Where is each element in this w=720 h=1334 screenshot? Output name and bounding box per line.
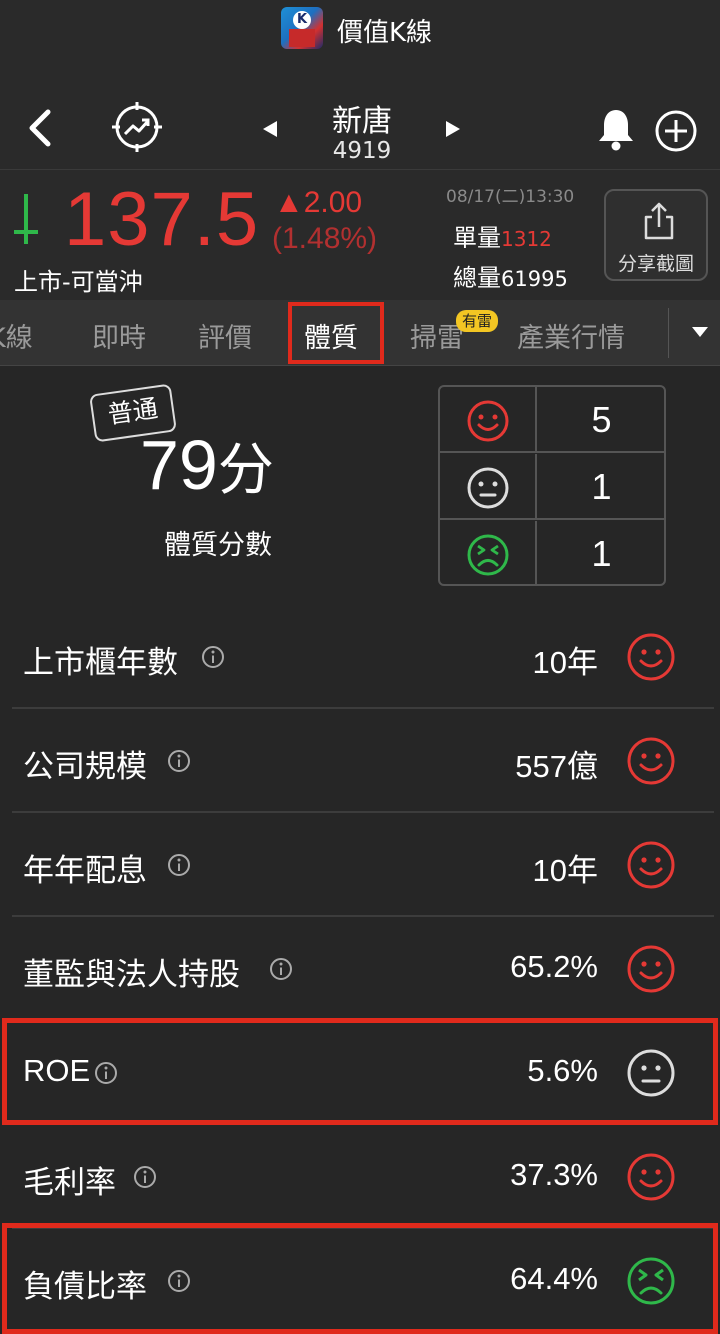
quote-timestamp: 08/17(二)13:30 bbox=[446, 187, 575, 207]
summary-row-neutral: 1 bbox=[440, 454, 664, 520]
metric-value: 37.3% bbox=[510, 1157, 598, 1192]
share-screenshot-button[interactable]: 分享截圖 bbox=[604, 189, 708, 281]
smile-face-icon bbox=[627, 737, 675, 785]
add-watchlist-icon[interactable] bbox=[654, 109, 698, 153]
info-icon[interactable] bbox=[201, 645, 225, 669]
smile-face-icon bbox=[467, 400, 509, 442]
price-trend-icon bbox=[14, 194, 38, 244]
share-label: 分享截圖 bbox=[617, 253, 694, 275]
tab-divider bbox=[668, 308, 669, 358]
previous-stock-icon[interactable] bbox=[259, 118, 281, 140]
metric-value: 65.2% bbox=[510, 949, 598, 984]
smile-face-icon bbox=[627, 633, 675, 681]
price-change-percent: (1.48%) bbox=[272, 222, 378, 255]
metric-row-gross-margin[interactable]: 毛利率 37.3% bbox=[0, 1125, 720, 1229]
tab-industry[interactable]: 產業行情 bbox=[517, 316, 625, 355]
quote-panel: 137.5 ▲2.00 (1.48%) 上市-可當沖 08/17(二)13:30… bbox=[0, 170, 720, 300]
info-icon[interactable] bbox=[167, 749, 191, 773]
back-icon[interactable] bbox=[20, 106, 64, 150]
summary-row-bad: 1 bbox=[440, 521, 664, 584]
stock-code: 4919 bbox=[332, 138, 392, 164]
dropdown-arrow-icon[interactable] bbox=[690, 324, 710, 340]
info-icon[interactable] bbox=[167, 853, 191, 877]
price-change: ▲2.00 bbox=[274, 186, 363, 219]
next-stock-icon[interactable] bbox=[442, 118, 464, 140]
trend-target-icon[interactable] bbox=[110, 100, 164, 154]
metric-value: 10年 bbox=[532, 853, 598, 889]
metric-label: 公司規模 bbox=[23, 749, 147, 785]
metric-value: 557億 bbox=[515, 749, 598, 785]
neutral-face-icon bbox=[467, 467, 509, 509]
quality-score-label: 體質分數 bbox=[164, 530, 272, 561]
tab-kline[interactable]: K線 bbox=[0, 316, 33, 355]
stock-nav-bar: 新唐 4919 bbox=[0, 62, 720, 170]
metric-label: 上市櫃年數 bbox=[23, 645, 178, 681]
smile-face-icon bbox=[627, 841, 675, 889]
roe-highlight-box bbox=[2, 1018, 718, 1125]
metric-label: 毛利率 bbox=[23, 1165, 116, 1201]
smile-face-icon bbox=[627, 1153, 675, 1201]
neutral-count: 1 bbox=[591, 466, 612, 507]
total-volume: 總量61995 bbox=[453, 264, 568, 292]
info-icon[interactable] bbox=[133, 1165, 157, 1189]
share-icon bbox=[644, 202, 674, 240]
good-count: 5 bbox=[591, 399, 612, 440]
quality-score: 79分 bbox=[140, 426, 274, 504]
app-title: 價值K線 bbox=[337, 18, 433, 48]
info-icon[interactable] bbox=[269, 957, 293, 981]
frown-face-icon bbox=[467, 534, 509, 576]
app-logo: K bbox=[281, 7, 323, 49]
tab-quality[interactable]: 體質 bbox=[304, 316, 358, 355]
market-type-label: 上市-可當沖 bbox=[14, 268, 143, 296]
summary-row-good: 5 bbox=[440, 387, 664, 453]
metric-row-dividend-years[interactable]: 年年配息 10年 bbox=[0, 813, 720, 917]
rating-summary-table: 5 1 1 bbox=[438, 385, 666, 586]
metric-label: 董監與法人持股 bbox=[23, 957, 240, 993]
smile-face-icon bbox=[627, 945, 675, 993]
current-price: 137.5 bbox=[64, 177, 260, 262]
unit-volume: 單量1312 bbox=[453, 224, 552, 252]
debt-ratio-highlight-box bbox=[2, 1223, 718, 1334]
metric-row-company-size[interactable]: 公司規模 557億 bbox=[0, 709, 720, 813]
stock-name: 新唐 bbox=[332, 104, 392, 139]
metric-row-insider-holding[interactable]: 董監與法人持股 65.2% bbox=[0, 917, 720, 1021]
bell-icon[interactable] bbox=[594, 106, 638, 152]
tab-realtime[interactable]: 即時 bbox=[92, 316, 146, 355]
metric-value: 10年 bbox=[532, 645, 598, 681]
metric-label: 年年配息 bbox=[23, 853, 147, 889]
metric-row-listing-years[interactable]: 上市櫃年數 10年 bbox=[0, 605, 720, 709]
app-title-bar: K 價值K線 bbox=[0, 0, 720, 62]
quality-score-section: 普通 79分 體質分數 5 1 1 bbox=[0, 367, 720, 605]
tab-bar: K線 即時 評價 體質 掃雷 有雷 產業行情 bbox=[0, 300, 720, 366]
tab-valuation[interactable]: 評價 bbox=[198, 316, 252, 355]
risk-badge: 有雷 bbox=[456, 310, 499, 332]
bad-count: 1 bbox=[591, 533, 612, 574]
